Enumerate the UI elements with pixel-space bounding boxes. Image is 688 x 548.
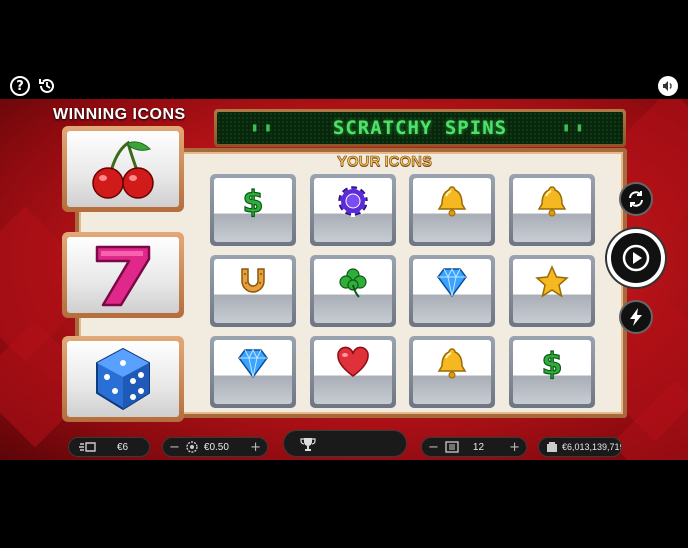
winning-icons-label: WINNING ICONS xyxy=(53,106,186,123)
help-button[interactable]: ? xyxy=(10,76,30,96)
scratch-tile-face xyxy=(513,178,591,242)
wallet-icon xyxy=(547,442,557,452)
history-button[interactable] xyxy=(37,76,57,96)
clover-icon xyxy=(336,265,370,304)
game-stage: ? ▮▮ SCRATCHY SPINS ▮▮ WINNING ICONS YOU… xyxy=(0,0,688,548)
balance-value: €6,013,139,719.25 xyxy=(562,442,621,452)
your-icons-label: YOUR ICONS xyxy=(337,153,433,171)
scratch-tile[interactable] xyxy=(509,255,595,327)
diamond-icon xyxy=(434,265,470,304)
title-banner: ▮▮ SCRATCHY SPINS ▮▮ xyxy=(214,109,626,147)
help-icon: ? xyxy=(16,78,24,94)
win-icon xyxy=(79,442,96,452)
horseshoe-icon xyxy=(236,265,270,304)
banner-display: ▮▮ SCRATCHY SPINS ▮▮ xyxy=(217,112,623,144)
scratch-tile[interactable]: $ xyxy=(509,336,595,408)
cherries-icon xyxy=(92,140,154,199)
history-icon xyxy=(39,78,54,93)
bell-icon xyxy=(435,184,469,223)
scratch-tile-face xyxy=(314,178,392,242)
autoplay-icon xyxy=(629,191,643,207)
winning-icon-slot xyxy=(62,232,184,318)
scratch-tile[interactable] xyxy=(509,174,595,246)
banner-decoration: ▮▮ xyxy=(562,120,589,134)
scratch-tile[interactable]: $ xyxy=(210,174,296,246)
banner-decoration: ▮▮ xyxy=(251,120,278,134)
scratch-tile-face xyxy=(513,259,591,323)
tickets-increase-button[interactable]: + xyxy=(503,440,526,455)
svg-text:$: $ xyxy=(542,347,563,380)
coin-icon xyxy=(186,441,198,453)
dollar-icon: $ xyxy=(535,346,569,385)
scratch-tile-face xyxy=(413,340,491,404)
scratch-tile[interactable] xyxy=(210,255,296,327)
bet-decrease-button[interactable]: − xyxy=(163,440,186,455)
bell-icon xyxy=(535,184,569,223)
tickets-value: 12 xyxy=(472,441,485,453)
play-icon xyxy=(622,244,650,272)
play-button[interactable] xyxy=(607,229,665,287)
bell-icon xyxy=(435,346,469,385)
autoplay-button[interactable] xyxy=(619,182,653,216)
scratch-tile-face xyxy=(413,178,491,242)
speaker-icon xyxy=(663,81,672,91)
scratch-tile-face: $ xyxy=(214,178,292,242)
scratch-tile-face xyxy=(314,259,392,323)
tickets-control: − 12 + xyxy=(421,437,527,457)
poker-chip-icon xyxy=(336,184,370,223)
trophy-icon xyxy=(300,437,316,451)
bet-value: €0.50 xyxy=(203,441,229,453)
winning-icon-slot xyxy=(62,126,184,212)
scratch-tile[interactable] xyxy=(409,336,495,408)
scratch-tile[interactable] xyxy=(409,255,495,327)
dollar-icon: $ xyxy=(236,184,270,223)
bet-increase-button[interactable]: + xyxy=(244,440,267,455)
winning-icon-frame xyxy=(67,237,179,313)
heart-icon xyxy=(336,346,370,383)
scratch-tile-face xyxy=(314,340,392,404)
win-value: €6 xyxy=(117,441,129,453)
star-icon xyxy=(535,265,569,304)
scratch-tile[interactable] xyxy=(310,174,396,246)
scratch-tile[interactable] xyxy=(210,336,296,408)
tickets-icon xyxy=(445,441,459,453)
scratch-tile[interactable] xyxy=(310,336,396,408)
winning-icon-frame xyxy=(67,341,179,417)
scratch-tile-face xyxy=(413,259,491,323)
scratch-tile-face xyxy=(214,340,292,404)
lightning-icon xyxy=(630,308,642,326)
scratch-tile[interactable] xyxy=(310,255,396,327)
game-title: SCRATCHY SPINS xyxy=(332,117,508,139)
winning-icon-frame xyxy=(67,131,179,207)
scratch-tile[interactable] xyxy=(409,174,495,246)
winning-icon-slot xyxy=(62,336,184,422)
turbo-button[interactable] xyxy=(619,300,653,334)
diamond-icon xyxy=(235,346,271,385)
win-display: €6 xyxy=(68,437,150,457)
balance-display: €6,013,139,719.25 xyxy=(538,437,622,457)
trophy-display[interactable] xyxy=(283,430,407,457)
sound-button[interactable] xyxy=(658,76,678,96)
dice-icon xyxy=(96,347,150,411)
scratch-tile-face xyxy=(214,259,292,323)
scratch-tile-face: $ xyxy=(513,340,591,404)
seven-icon xyxy=(95,245,151,307)
bet-control: − €0.50 + xyxy=(162,437,268,457)
tickets-decrease-button[interactable]: − xyxy=(422,440,445,455)
svg-text:$: $ xyxy=(243,185,264,218)
